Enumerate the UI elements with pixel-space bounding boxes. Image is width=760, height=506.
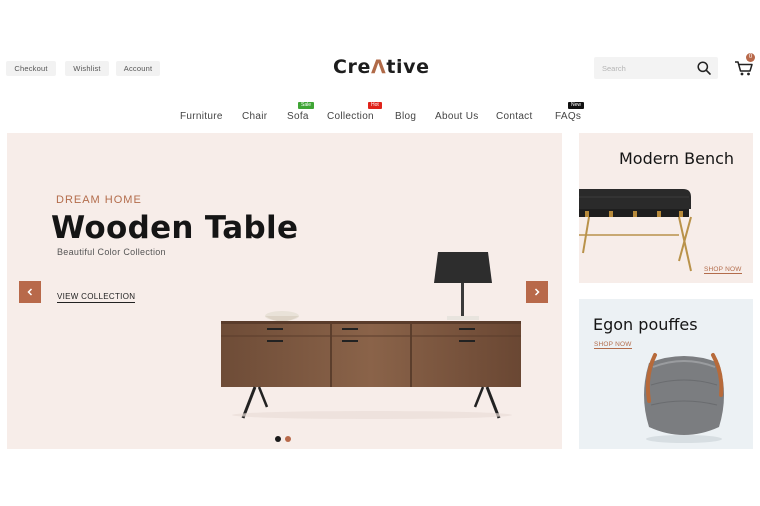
- hero-description: Beautiful Color Collection: [57, 247, 166, 257]
- pouffe-image: [644, 353, 724, 443]
- top-bar: Checkout Wishlist Account CreΛtive 0: [0, 50, 760, 86]
- search-input[interactable]: [594, 57, 692, 79]
- slider-dot-2[interactable]: [285, 436, 291, 442]
- search-box: [594, 57, 718, 79]
- cart-button[interactable]: 0: [733, 53, 755, 78]
- wishlist-link[interactable]: Wishlist: [65, 61, 109, 76]
- slider-prev-button[interactable]: [19, 281, 41, 303]
- checkout-link[interactable]: Checkout: [6, 61, 56, 76]
- bench-image: [579, 189, 692, 272]
- hero-subtitle: DREAM HOME: [56, 194, 142, 206]
- account-link[interactable]: Account: [116, 61, 160, 76]
- nav-item-about-us[interactable]: About Us: [435, 111, 479, 122]
- banner-title-modern-bench: Modern Bench: [619, 149, 735, 168]
- shop-now-link-pouffes[interactable]: SHOP NOW: [594, 341, 632, 349]
- nav-item-collection[interactable]: Collection: [327, 111, 374, 122]
- hero-title: Wooden Table: [51, 210, 299, 246]
- nav-item-furniture[interactable]: Furniture: [180, 111, 223, 122]
- logo-text-accent: Λ: [371, 56, 387, 78]
- nav-item-chair[interactable]: Chair: [242, 111, 267, 122]
- slider-dots: [275, 429, 295, 447]
- slider-dot-1[interactable]: [275, 436, 281, 442]
- shop-now-link-bench[interactable]: SHOP NOW: [704, 266, 742, 274]
- nav-item-faqs[interactable]: FAQs: [555, 111, 581, 122]
- nav-item-blog[interactable]: Blog: [395, 111, 416, 122]
- logo-text-start: Cre: [333, 56, 372, 78]
- cart-count-badge: 0: [746, 53, 755, 62]
- hero-slider: DREAM HOME Wooden Table Beautiful Color …: [7, 133, 562, 449]
- nav-item-contact[interactable]: Contact: [496, 111, 533, 122]
- modern-bench-banner[interactable]: Modern Bench SHOP NOW: [579, 133, 753, 283]
- site-logo[interactable]: CreΛtive: [333, 56, 430, 78]
- hot-badge: Hot: [368, 102, 382, 109]
- banner-title-egon-pouffes: Egon pouffes: [593, 315, 698, 334]
- main-nav: Furniture Chair Sofa Sale Collection Hot…: [0, 102, 760, 128]
- view-collection-link[interactable]: VIEW COLLECTION: [57, 292, 136, 303]
- nav-item-sofa[interactable]: Sofa: [287, 111, 309, 122]
- sideboard-image: [221, 252, 521, 419]
- chevron-left-icon: [27, 288, 33, 296]
- search-icon[interactable]: [696, 60, 712, 76]
- new-badge: New: [568, 102, 585, 109]
- egon-pouffes-banner[interactable]: Egon pouffes SHOP NOW: [579, 299, 753, 449]
- logo-text-end: tive: [386, 56, 430, 78]
- sale-badge: Sale: [298, 102, 315, 109]
